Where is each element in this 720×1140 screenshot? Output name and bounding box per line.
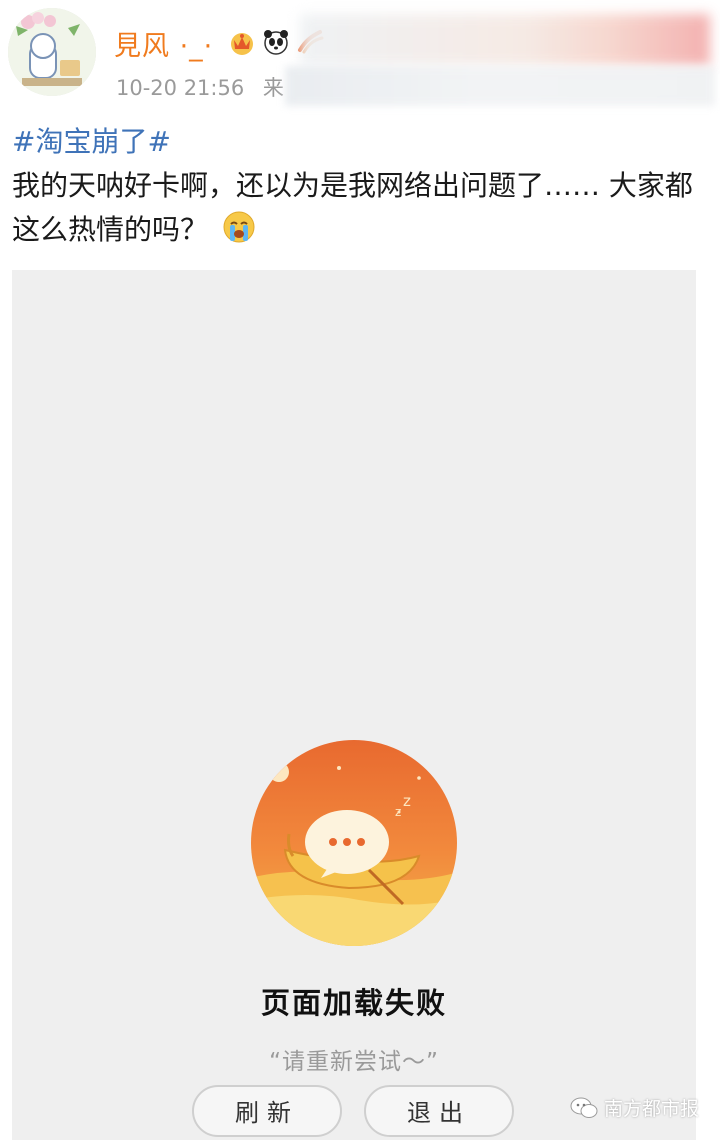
post-text: 我的天呐好卡啊，还以为是我网络出问题了…… 大家都这么热情的吗？ xyxy=(12,164,702,252)
crown-icon[interactable] xyxy=(228,28,256,56)
sleeping-boat-illustration: z z xyxy=(251,740,457,946)
username[interactable]: 見风 ·_· xyxy=(114,24,213,63)
exit-button[interactable]: 退出 xyxy=(364,1085,514,1137)
avatar-illustration xyxy=(8,8,96,96)
watermark: 南方都市报 xyxy=(570,1094,699,1121)
svg-text:z: z xyxy=(395,805,401,819)
panda-icon[interactable] xyxy=(262,28,290,56)
refresh-button[interactable]: 刷新 xyxy=(192,1085,342,1137)
error-title: 页面加载失败 xyxy=(260,986,447,1020)
svg-text:z: z xyxy=(403,792,411,810)
crying-emoji-icon xyxy=(223,211,255,243)
hashtag-link[interactable]: #淘宝崩了# xyxy=(12,120,171,160)
post-source: 来 xyxy=(262,76,284,100)
post-meta: 10-20 21:56 来 xyxy=(116,72,284,102)
watermark-label: 南方都市报 xyxy=(604,1098,700,1120)
wechat-icon xyxy=(570,1097,598,1118)
user-avatar[interactable] xyxy=(8,8,96,96)
post-time: 10-20 21:56 xyxy=(116,76,245,100)
blurred-source xyxy=(285,66,715,106)
post-header: 見风 ·_· 10-20 21:56 来 xyxy=(0,0,720,110)
error-hint: “请重新尝试～” xyxy=(269,1049,439,1075)
app-screenshot: z z 页面加载失败 “请重新尝试～” 刷新 退出 xyxy=(12,270,696,1140)
blurred-region xyxy=(300,14,710,66)
post-body: 我的天呐好卡啊，还以为是我网络出问题了…… 大家都这么热情的吗？ xyxy=(12,169,693,246)
